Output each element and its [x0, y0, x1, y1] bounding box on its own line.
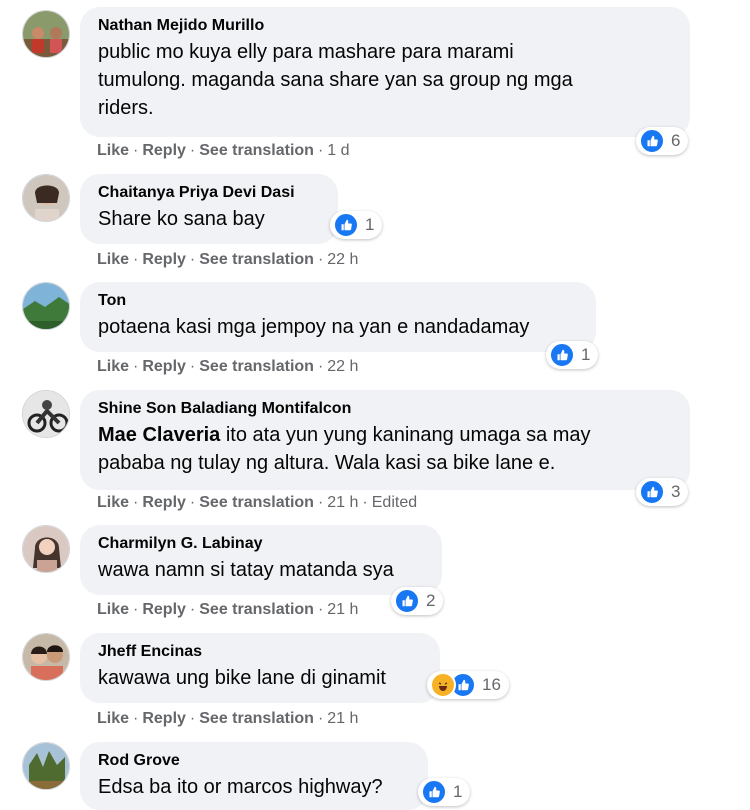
author-name[interactable]: Rod Grove: [98, 752, 410, 770]
reply-button[interactable]: Reply: [142, 251, 186, 268]
timestamp[interactable]: 22 h: [327, 251, 358, 268]
timestamp[interactable]: 21 h: [327, 601, 358, 618]
reply-button[interactable]: Reply: [142, 494, 186, 511]
avatar[interactable]: [22, 10, 70, 58]
like-icon: [549, 342, 575, 368]
timestamp[interactable]: 22 h: [327, 358, 358, 375]
comment-text: wawa namn si tatay matanda sya: [98, 559, 394, 581]
timestamp[interactable]: 21 h: [327, 710, 358, 727]
avatar-image: [23, 391, 69, 437]
mention-link[interactable]: Mae Claveria: [98, 424, 220, 446]
comment-text: Edsa ba ito or marcos highway?: [98, 776, 383, 798]
like-icon: [421, 779, 447, 805]
comment-actions: Like · Reply · See translation · 1 d: [97, 142, 350, 159]
like-button[interactable]: Like: [97, 142, 129, 159]
haha-icon: [430, 672, 456, 698]
see-translation-button[interactable]: See translation: [199, 251, 314, 268]
like-icon: [394, 588, 420, 614]
see-translation-button[interactable]: See translation: [199, 494, 314, 511]
see-translation-button[interactable]: See translation: [199, 710, 314, 727]
reaction-count[interactable]: 1: [418, 778, 471, 806]
avatar-image: [23, 526, 69, 572]
comment-bubble: Ton potaena kasi mga jempoy na yan e nan…: [80, 282, 596, 352]
like-icon: [333, 212, 359, 238]
avatar-image: [23, 743, 69, 789]
comment-text: kawawa ung bike lane di ginamit: [98, 667, 386, 689]
comment-bubble: Jheff Encinas kawawa ung bike lane di gi…: [80, 633, 440, 703]
reaction-count[interactable]: 1: [546, 341, 599, 369]
author-name[interactable]: Shine Son Baladiang Montifalcon: [98, 400, 672, 418]
reply-button[interactable]: Reply: [142, 358, 186, 375]
avatar-image: [23, 283, 69, 329]
avatar[interactable]: [22, 742, 70, 790]
comment-actions: Like · Reply · See translation · 22 h: [97, 251, 359, 268]
reply-button[interactable]: Reply: [142, 142, 186, 159]
avatar[interactable]: [22, 282, 70, 330]
comment-text: potaena kasi mga jempoy na yan e nandada…: [98, 316, 530, 338]
reply-button[interactable]: Reply: [142, 601, 186, 618]
avatar-image: [23, 634, 69, 680]
see-translation-button[interactable]: See translation: [199, 358, 314, 375]
avatar-image: [23, 11, 69, 57]
comment-bubble: Nathan Mejido Murillo public mo kuya ell…: [80, 7, 690, 137]
reaction-count[interactable]: 6: [636, 127, 689, 155]
avatar[interactable]: [22, 633, 70, 681]
avatar[interactable]: [22, 174, 70, 222]
comment-text: public mo kuya elly para mashare para ma…: [98, 41, 573, 119]
see-translation-button[interactable]: See translation: [199, 142, 314, 159]
like-button[interactable]: Like: [97, 710, 129, 727]
avatar-image: [23, 175, 69, 221]
author-name[interactable]: Ton: [98, 292, 578, 310]
like-button[interactable]: Like: [97, 358, 129, 375]
comment-text: Mae Claveria ito ata yun yung kaninang u…: [98, 424, 591, 474]
comment-bubble: Chaitanya Priya Devi Dasi Share ko sana …: [80, 174, 338, 244]
author-name[interactable]: Jheff Encinas: [98, 643, 422, 661]
comment-actions: Like · Reply · See translation · 21 h: [97, 710, 359, 727]
comment-text: Share ko sana bay: [98, 208, 265, 230]
timestamp[interactable]: 21 h: [327, 494, 358, 511]
reply-button[interactable]: Reply: [142, 710, 186, 727]
avatar[interactable]: [22, 525, 70, 573]
reaction-count[interactable]: 16: [427, 671, 509, 699]
reaction-count[interactable]: 2: [391, 587, 444, 615]
comment-actions: Like · Reply · See translation · 21 h · Edited: [97, 494, 418, 511]
timestamp[interactable]: 1 d: [327, 142, 349, 159]
comment-bubble: Rod Grove Edsa ba ito or marcos highway?: [80, 742, 428, 810]
comment-bubble: Charmilyn G. Labinay wawa namn si tatay …: [80, 525, 442, 595]
author-name[interactable]: Nathan Mejido Murillo: [98, 17, 672, 35]
edited-label[interactable]: Edited: [372, 494, 417, 511]
comment-bubble: Shine Son Baladiang Montifalcon Mae Clav…: [80, 390, 690, 490]
author-name[interactable]: Chaitanya Priya Devi Dasi: [98, 184, 320, 202]
comment-actions: Like · Reply · See translation · 21 h: [97, 601, 359, 618]
like-icon: [639, 128, 665, 154]
author-name[interactable]: Charmilyn G. Labinay: [98, 535, 424, 553]
comment-actions: Like · Reply · See translation · 22 h: [97, 358, 359, 375]
reaction-count[interactable]: 1: [330, 211, 383, 239]
like-button[interactable]: Like: [97, 251, 129, 268]
like-button[interactable]: Like: [97, 601, 129, 618]
avatar[interactable]: [22, 390, 70, 438]
see-translation-button[interactable]: See translation: [199, 601, 314, 618]
reaction-count[interactable]: 3: [636, 478, 689, 506]
like-icon: [639, 479, 665, 505]
like-button[interactable]: Like: [97, 494, 129, 511]
